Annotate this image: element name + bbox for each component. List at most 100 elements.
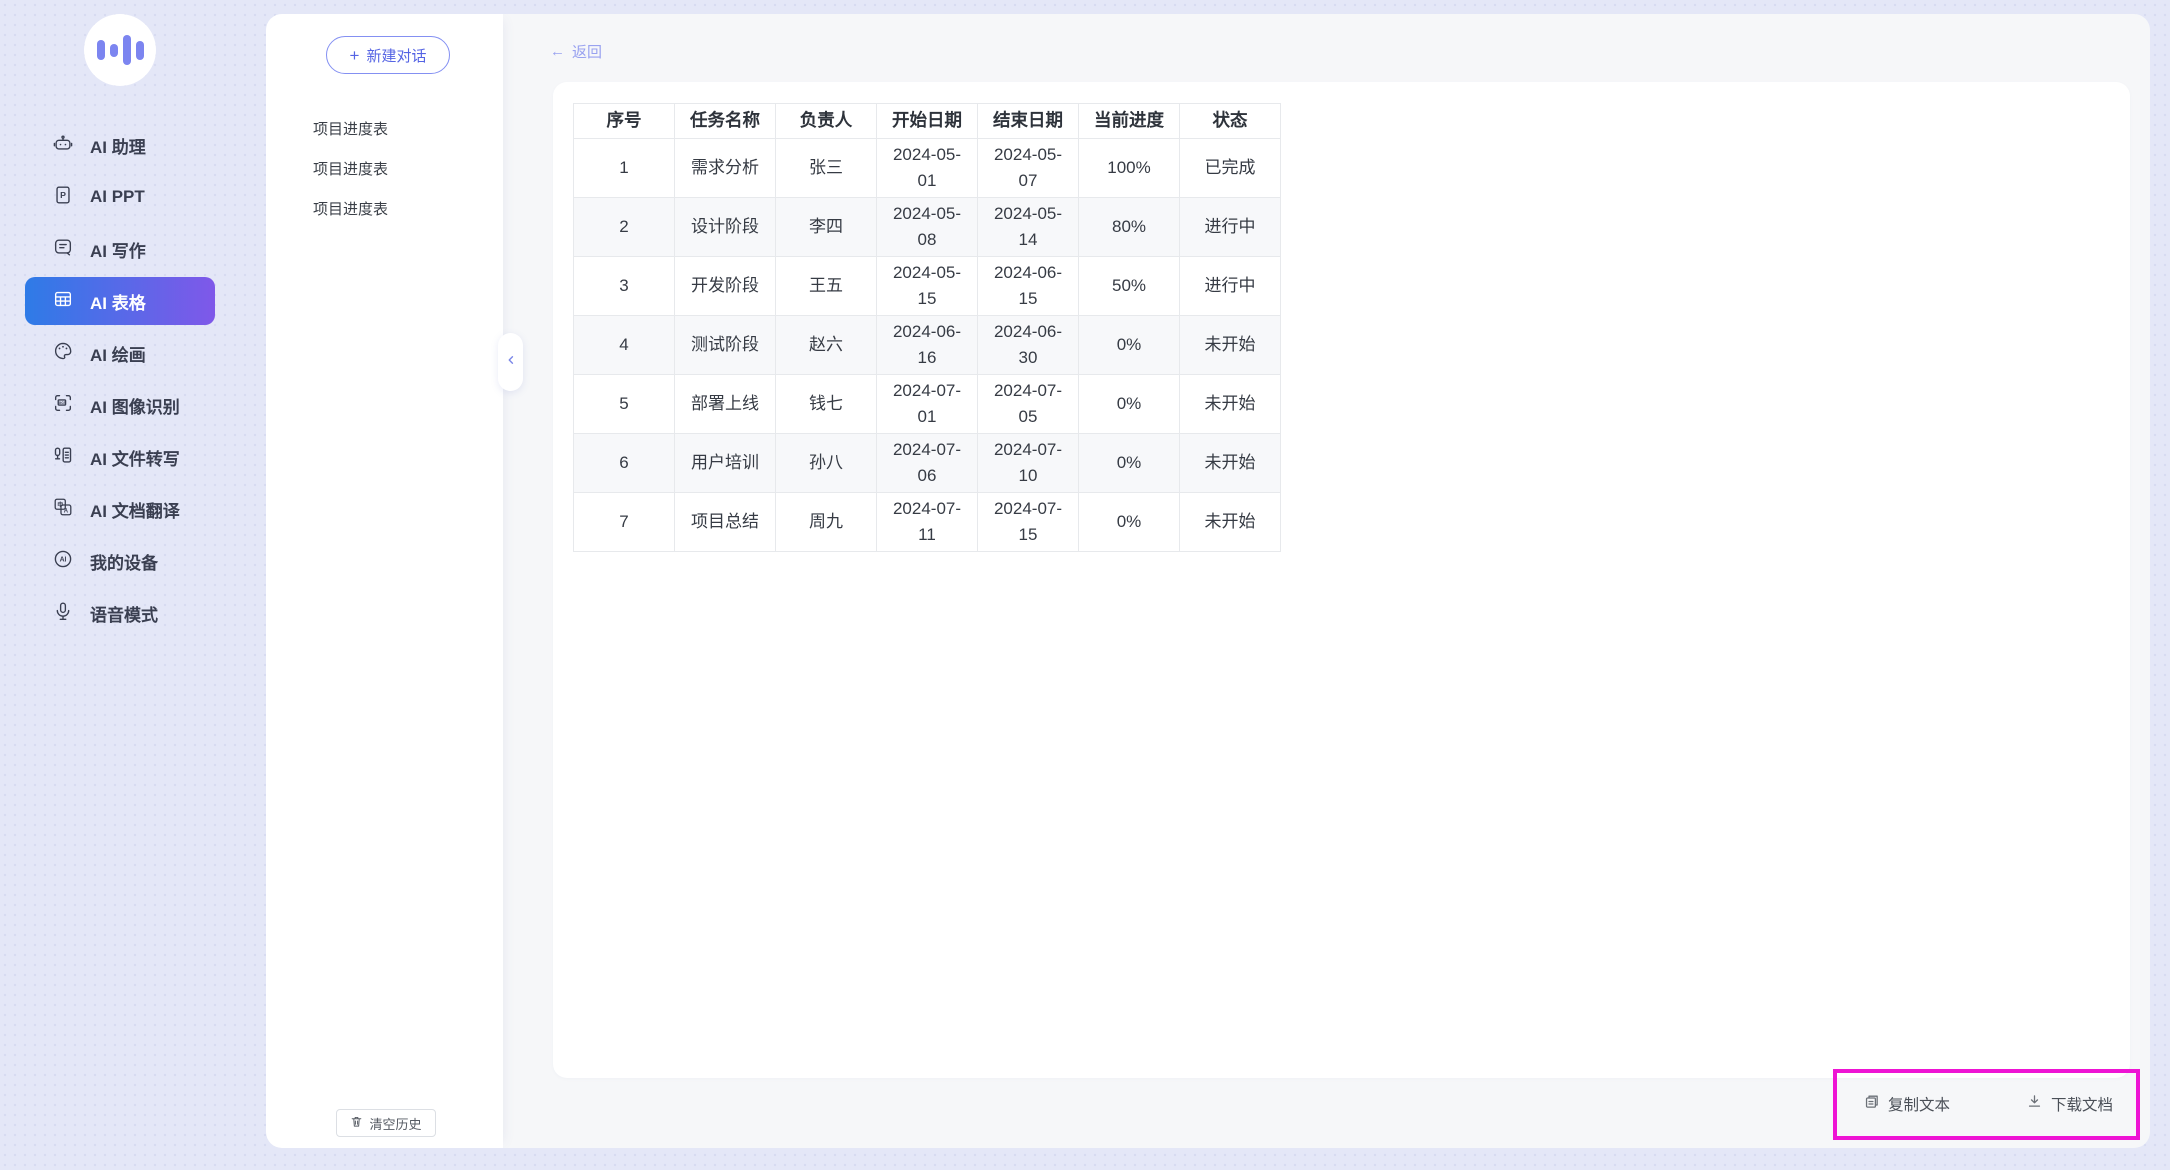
writing-doc-icon: [52, 236, 74, 263]
main-area: ← 返回 序号 任务名称 负责人 开始日期 结束日期 当前进度 状态 1需求分析…: [503, 14, 2150, 1148]
table-cell: 0%: [1079, 493, 1180, 552]
table-cell: 需求分析: [675, 139, 776, 198]
sidebar-item-ai-document-translation[interactable]: 申A AI 文档翻译: [25, 485, 215, 533]
download-icon: [2026, 1093, 2043, 1115]
back-label: 返回: [572, 41, 602, 62]
microphone-icon: [52, 600, 74, 627]
table-header-row: 序号 任务名称 负责人 开始日期 结束日期 当前进度 状态: [574, 104, 1281, 139]
table-row: 2设计阶段李四2024-05-082024-05-1480%进行中: [574, 198, 1281, 257]
table-cell: 2024-07-15: [978, 493, 1079, 552]
table-cell: 2: [574, 198, 675, 257]
table-cell: 开发阶段: [675, 257, 776, 316]
svg-text:P: P: [60, 189, 66, 199]
sidebar-item-label: 我的设备: [90, 549, 158, 574]
table-cell: 50%: [1079, 257, 1180, 316]
result-card: 序号 任务名称 负责人 开始日期 结束日期 当前进度 状态 1需求分析张三202…: [553, 82, 2130, 1078]
ocr-icon: ocr: [52, 392, 74, 419]
table-row: 7项目总结周九2024-07-112024-07-150%未开始: [574, 493, 1281, 552]
table-cell: 未开始: [1180, 375, 1281, 434]
table-cell: 2024-06-16: [877, 316, 978, 375]
sidebar-item-my-devices[interactable]: AI 我的设备: [25, 537, 215, 585]
sidebar-item-label: AI 表格: [90, 289, 146, 314]
sidebar-item-label: AI 助理: [90, 133, 146, 158]
trash-icon: [350, 1115, 363, 1131]
chevron-left-icon: [504, 353, 518, 372]
table-row: 5部署上线钱七2024-07-012024-07-050%未开始: [574, 375, 1281, 434]
sidebar-item-label: AI PPT: [90, 187, 145, 207]
table-row: 1需求分析张三2024-05-012024-05-07100%已完成: [574, 139, 1281, 198]
table-cell: 0%: [1079, 434, 1180, 493]
table-cell: 4: [574, 316, 675, 375]
table-cell: 未开始: [1180, 434, 1281, 493]
table-cell: 未开始: [1180, 316, 1281, 375]
sidebar-item-ai-writing[interactable]: AI 写作: [25, 225, 215, 273]
sidebar-item-label: AI 图像识别: [90, 393, 180, 418]
logo-bar: [123, 35, 131, 65]
table-cell: 6: [574, 434, 675, 493]
conversation-item[interactable]: 项目进度表: [266, 190, 503, 230]
table-row: 4测试阶段赵六2024-06-162024-06-300%未开始: [574, 316, 1281, 375]
table-cell: 2024-07-10: [978, 434, 1079, 493]
table-cell: 2024-05-01: [877, 139, 978, 198]
table-cell: 已完成: [1180, 139, 1281, 198]
table-cell: 2024-07-05: [978, 375, 1079, 434]
collapse-panel-handle[interactable]: [498, 333, 523, 391]
translate-icon: 申A: [52, 496, 74, 523]
logo-bar: [110, 44, 118, 57]
conversation-list: 项目进度表项目进度表项目进度表: [266, 110, 503, 230]
svg-text:ocr: ocr: [59, 399, 66, 404]
table-cell: 李四: [776, 198, 877, 257]
copy-icon: [1863, 1093, 1880, 1115]
column-header: 序号: [574, 104, 675, 139]
download-doc-button[interactable]: 下载文档: [2026, 1093, 2113, 1115]
transcribe-icon: [52, 444, 74, 471]
table-cell: 钱七: [776, 375, 877, 434]
app-logo: [84, 14, 156, 86]
sidebar-item-ai-drawing[interactable]: AI 绘画: [25, 329, 215, 377]
sidebar-item-ai-table[interactable]: AI 表格: [25, 277, 215, 325]
table-cell: 2024-05-15: [877, 257, 978, 316]
clear-history-label: 清空历史: [369, 1114, 421, 1133]
copy-text-button[interactable]: 复制文本: [1863, 1093, 1950, 1115]
plus-icon: +: [350, 47, 360, 64]
svg-text:A: A: [64, 508, 69, 514]
sidebar-item-ai-file-transcription[interactable]: AI 文件转写: [25, 433, 215, 481]
copy-text-label: 复制文本: [1888, 1093, 1950, 1115]
table-row: 3开发阶段王五2024-05-152024-06-1550%进行中: [574, 257, 1281, 316]
table-cell: 2024-05-08: [877, 198, 978, 257]
device-icon: AI: [52, 548, 74, 575]
column-header: 状态: [1180, 104, 1281, 139]
table-cell: 2024-05-07: [978, 139, 1079, 198]
table-cell: 1: [574, 139, 675, 198]
new-chat-button[interactable]: + 新建对话: [326, 36, 450, 74]
sidebar-item-label: AI 写作: [90, 237, 146, 262]
conversation-item[interactable]: 项目进度表: [266, 110, 503, 150]
sidebar-item-voice-mode[interactable]: 语音模式: [25, 589, 215, 637]
table-cell: 80%: [1079, 198, 1180, 257]
table-cell: 赵六: [776, 316, 877, 375]
back-link[interactable]: ← 返回: [550, 41, 602, 62]
palette-icon: [52, 340, 74, 367]
new-chat-label: 新建对话: [366, 45, 426, 66]
sidebar-item-ai-ppt[interactable]: P AI PPT: [25, 173, 215, 221]
table-cell: 5: [574, 375, 675, 434]
content-wrapper: + 新建对话 项目进度表项目进度表项目进度表 清空历史 ← 返回 序号 任务名称…: [266, 14, 2150, 1148]
table-cell: 0%: [1079, 375, 1180, 434]
sidebar-menu: AI 助理 P AI PPT AI 写作 AI 表格 AI 绘画 ocr AI …: [25, 121, 215, 637]
ppt-file-icon: P: [52, 184, 74, 211]
sidebar-item-ai-assistant[interactable]: AI 助理: [25, 121, 215, 169]
table-cell: 2024-07-11: [877, 493, 978, 552]
clear-history-button[interactable]: 清空历史: [336, 1109, 436, 1137]
sidebar-item-ai-image-recognition[interactable]: ocr AI 图像识别: [25, 381, 215, 429]
sidebar-item-label: AI 文件转写: [90, 445, 180, 470]
column-header: 任务名称: [675, 104, 776, 139]
conversation-item[interactable]: 项目进度表: [266, 150, 503, 190]
column-header: 当前进度: [1079, 104, 1180, 139]
column-header: 负责人: [776, 104, 877, 139]
robot-icon: [52, 132, 74, 159]
table-cell: 王五: [776, 257, 877, 316]
table-cell: 100%: [1079, 139, 1180, 198]
logo-bar: [97, 40, 105, 60]
table-cell: 2024-07-01: [877, 375, 978, 434]
project-progress-table: 序号 任务名称 负责人 开始日期 结束日期 当前进度 状态 1需求分析张三202…: [573, 103, 1281, 552]
